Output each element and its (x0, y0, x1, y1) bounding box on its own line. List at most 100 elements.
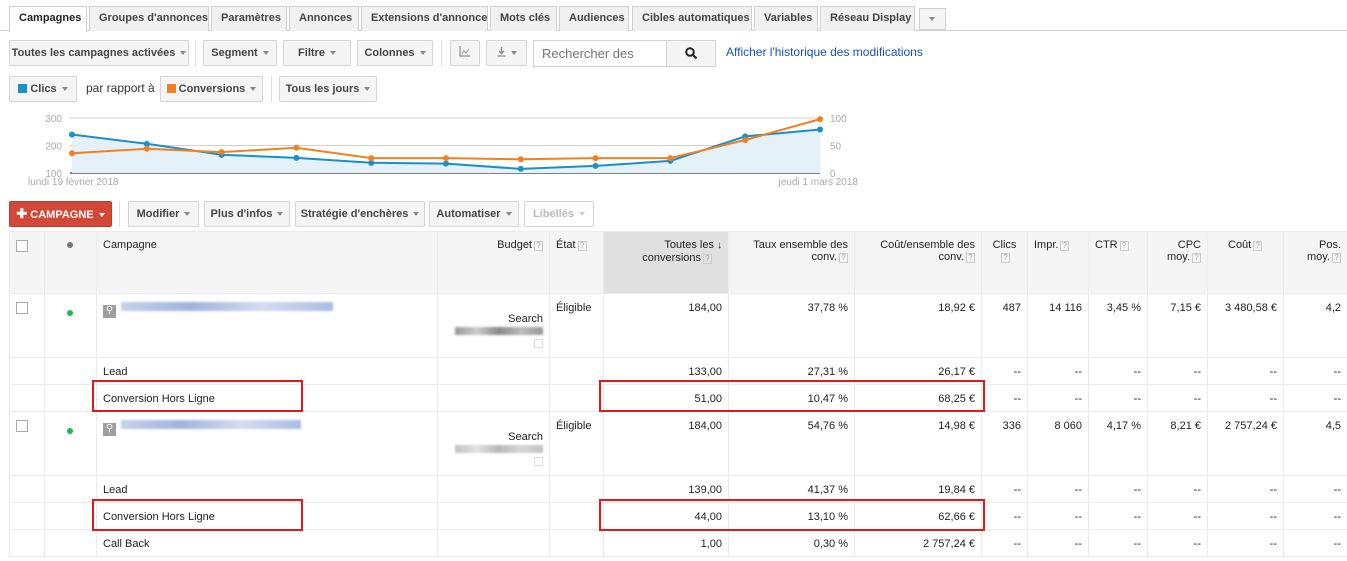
chevron-down-icon (929, 17, 935, 21)
state-header[interactable]: État? (549, 231, 604, 294)
impr-header[interactable]: Impr.? (1027, 231, 1089, 294)
campaign-header-label: Campagne (103, 239, 157, 251)
table-row: ⚲ Search Éligible 184,00 54,76 % 14,98 €… (9, 411, 1347, 476)
tab-campagnes[interactable]: Campagnes (9, 6, 87, 32)
more-tabs-button[interactable] (919, 8, 946, 30)
tab-extensions[interactable]: Extensions d'annonce (361, 6, 488, 31)
change-history-link[interactable]: Afficher l'historique des modifications (726, 45, 923, 59)
help-icon[interactable]: ? (703, 254, 712, 264)
ctr-value: 3,45 % (1106, 302, 1141, 314)
modify-dropdown[interactable]: Modifier (128, 201, 199, 227)
search-input[interactable] (533, 40, 667, 67)
empty-cell (44, 475, 97, 503)
divider (441, 40, 442, 66)
cost-cell: -- (1207, 384, 1284, 412)
search-button[interactable] (666, 40, 716, 67)
state-header-label: État (556, 239, 576, 251)
more-info-dropdown[interactable]: Plus d'infos (204, 201, 290, 227)
empty-value: -- (1193, 366, 1201, 378)
cost-value: 2 757,24 € (1225, 420, 1277, 432)
tab-parametres[interactable]: Paramètres (211, 6, 287, 31)
empty-cell (44, 357, 97, 385)
search-campaign-icon: ⚲ (103, 305, 116, 318)
help-icon[interactable]: ? (577, 241, 587, 251)
empty-cell (549, 475, 604, 503)
tab-variables[interactable]: Variables (754, 6, 818, 31)
impr-value: 8 060 (1054, 420, 1082, 432)
avg-pos-header[interactable]: Pos. moy.? (1283, 231, 1347, 294)
metric2-dropdown[interactable]: Conversions (160, 76, 263, 102)
data-point-conversions (368, 155, 375, 162)
chart-toggle-button[interactable] (450, 40, 480, 66)
empty-cell (9, 529, 45, 557)
help-icon[interactable]: ? (1001, 253, 1010, 263)
campaign-header[interactable]: Campagne (96, 231, 438, 294)
conv-rate-header[interactable]: Taux ensemble des conv.? (728, 231, 855, 294)
conv-rate-value: 41,37 % (807, 484, 848, 496)
divider (119, 201, 120, 227)
conv-rate-header-line1: Taux ensemble des (753, 239, 848, 251)
cost-conv-value: 18,92 € (938, 302, 975, 314)
help-icon[interactable]: ? (534, 241, 543, 251)
download-button[interactable] (486, 40, 527, 66)
tab-reseau-display[interactable]: Réseau Display (820, 6, 915, 31)
campaign-name-redacted[interactable] (121, 420, 301, 429)
help-icon[interactable]: ? (1332, 253, 1341, 263)
impr-cell: -- (1027, 357, 1089, 385)
bid-strategy-dropdown[interactable]: Stratégie d'enchères (295, 201, 425, 227)
help-icon[interactable]: ? (1119, 241, 1129, 251)
data-point-conversions (218, 149, 225, 156)
campaign-name-cell[interactable]: ⚲ (96, 293, 438, 358)
row-checkbox[interactable] (16, 420, 28, 432)
cost-conv-cell: 19,84 € (854, 475, 982, 503)
tab-mots-cles[interactable]: Mots clés (490, 6, 557, 31)
help-icon[interactable]: ? (1253, 241, 1263, 251)
all-conversions-header[interactable]: Toutes les ↓ conversions? (603, 231, 729, 294)
tab-cibles-auto[interactable]: Cibles automatiques (632, 6, 752, 31)
conversion-name: Call Back (103, 538, 150, 550)
divider (195, 40, 196, 66)
budget-chart-icon[interactable] (534, 339, 543, 348)
help-icon[interactable]: ? (1192, 253, 1201, 263)
all-conv-cell: 133,00 (603, 357, 729, 385)
cost-conv-cell: 68,25 € (854, 384, 982, 412)
data-point-clics (293, 154, 300, 161)
row-select-cell (9, 411, 45, 476)
tab-audiences[interactable]: Audiences (559, 6, 629, 31)
cost-per-conv-header[interactable]: Coût/ensemble des conv.? (854, 231, 982, 294)
cpc-cell: -- (1147, 357, 1208, 385)
budget-header[interactable]: Budget? (437, 231, 550, 294)
columns-dropdown[interactable]: Colonnes (357, 40, 433, 66)
campaign-name-cell[interactable]: ⚲ (96, 411, 438, 476)
metric1-dropdown[interactable]: Clics (9, 76, 77, 102)
period-dropdown[interactable]: Tous les jours (279, 76, 377, 102)
empty-value: -- (1333, 366, 1341, 378)
budget-chart-icon[interactable] (534, 457, 543, 466)
conversion-name: Conversion Hors Ligne (103, 393, 215, 405)
clicks-cell: 336 (981, 411, 1028, 476)
help-icon[interactable]: ? (839, 253, 848, 263)
new-campaign-button[interactable]: ✚ CAMPAGNE (9, 201, 112, 227)
row-checkbox[interactable] (16, 302, 28, 314)
segment-dropdown[interactable]: Segment (203, 40, 277, 66)
cpc-header[interactable]: CPC moy.? (1147, 231, 1208, 294)
ctr-header[interactable]: CTR? (1088, 231, 1148, 294)
tab-groupes-annonces[interactable]: Groupes d'annonces (89, 6, 209, 31)
help-icon[interactable]: ? (966, 253, 975, 263)
cost-conv-value: 19,84 € (938, 484, 975, 496)
select-all-checkbox[interactable] (16, 240, 28, 252)
cost-header[interactable]: Coût? (1207, 231, 1284, 294)
tab-annonces[interactable]: Annonces (289, 6, 359, 31)
campaign-filter-dropdown[interactable]: Toutes les campagnes activées (9, 40, 189, 66)
cost-cell: -- (1207, 529, 1284, 557)
clicks-header[interactable]: Clics? (981, 231, 1028, 294)
campaign-name-redacted[interactable] (121, 302, 333, 311)
automate-dropdown[interactable]: Automatiser (429, 201, 519, 227)
all-conv-value: 184,00 (688, 420, 722, 432)
empty-cell (437, 357, 550, 385)
empty-value: -- (1074, 393, 1082, 405)
all-conv-cell: 1,00 (603, 529, 729, 557)
filter-dropdown[interactable]: Filtre (283, 40, 351, 66)
download-icon (497, 47, 505, 57)
help-icon[interactable]: ? (1060, 241, 1070, 251)
